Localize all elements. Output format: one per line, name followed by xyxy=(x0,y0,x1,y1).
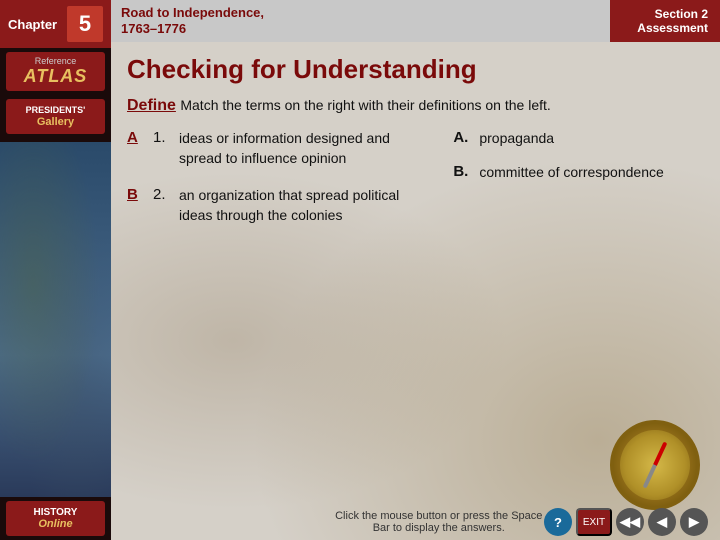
top-header: Road to Independence, 1763–1776 Section … xyxy=(111,0,720,42)
exit-button[interactable]: EXIT xyxy=(576,508,612,536)
header-title-area: Road to Independence, 1763–1776 xyxy=(111,0,610,42)
click-instruction: Click the mouse button or press the Spac… xyxy=(334,510,545,534)
header-section-line1: Section 2 xyxy=(622,7,708,21)
define-section: Define Match the terms on the right with… xyxy=(127,97,704,115)
header-road-line1: Road to Independence, xyxy=(121,5,600,21)
left-column: A 1. ideas or information designed and s… xyxy=(127,129,433,243)
item-1-number: 1. xyxy=(153,129,173,146)
atlas-title: ATLAS xyxy=(24,66,88,87)
item-row-1: A 1. ideas or information designed and s… xyxy=(127,129,433,168)
item-row-2: B 2. an organization that spread politic… xyxy=(127,186,433,225)
main-panel: Road to Independence, 1763–1776 Section … xyxy=(111,0,720,540)
map-overlay xyxy=(0,142,111,497)
define-intro: Match the terms on the right with their … xyxy=(180,97,550,113)
help-button[interactable]: ? xyxy=(544,508,572,536)
item-2-number: 2. xyxy=(153,186,173,203)
item-2-text: an organization that spread political id… xyxy=(179,186,433,225)
content-inner: Checking for Understanding Define Match … xyxy=(111,42,720,504)
define-word: Define xyxy=(127,97,176,114)
history-section[interactable]: HISTORY Online xyxy=(6,501,105,536)
header-section-line2: Assessment xyxy=(622,21,708,35)
item-1-letter: A xyxy=(127,129,147,146)
answer-1-text: propaganda xyxy=(479,129,554,149)
answer-2-text: committee of correspondence xyxy=(479,163,663,183)
item-2-letter: B xyxy=(127,186,147,203)
sidebar: Chapter 5 Reference ATLAS PRESIDENTS' Ga… xyxy=(0,0,111,540)
chapter-label: Chapter xyxy=(8,17,57,32)
two-column-layout: A 1. ideas or information designed and s… xyxy=(127,129,704,243)
presidents-gallery-label: Gallery xyxy=(37,116,74,128)
page-title: Checking for Understanding xyxy=(127,54,704,85)
prev-prev-button[interactable]: ◀◀ xyxy=(616,508,644,536)
header-section: Section 2 Assessment xyxy=(610,0,720,42)
answer-2-letter: B. xyxy=(453,163,473,180)
history-label: HISTORY xyxy=(34,507,78,518)
item-1-text: ideas or information designed and spread… xyxy=(179,129,433,168)
answer-item-1: A. propaganda xyxy=(453,129,704,149)
header-road-line2: 1763–1776 xyxy=(121,21,600,37)
next-button[interactable]: ▶ xyxy=(680,508,708,536)
bottom-buttons: ? EXIT ◀◀ ◀ ▶ xyxy=(544,508,708,536)
right-column: A. propaganda B. committee of correspond… xyxy=(453,129,704,243)
prev-button[interactable]: ◀ xyxy=(648,508,676,536)
answer-1-letter: A. xyxy=(453,129,473,146)
sidebar-map xyxy=(0,142,111,497)
answer-item-2: B. committee of correspondence xyxy=(453,163,704,183)
bottom-bar: Click the mouse button or press the Spac… xyxy=(111,504,720,540)
chapter-bar: Chapter 5 xyxy=(0,0,111,48)
presidents-label: PRESIDENTS' xyxy=(26,105,86,116)
content-area: Checking for Understanding Define Match … xyxy=(111,42,720,540)
atlas-reference-label: Reference xyxy=(35,56,77,66)
presidents-section[interactable]: PRESIDENTS' Gallery xyxy=(6,99,105,134)
atlas-section[interactable]: Reference ATLAS xyxy=(6,52,105,91)
chapter-number: 5 xyxy=(67,6,103,42)
history-online-label: Online xyxy=(38,518,72,530)
